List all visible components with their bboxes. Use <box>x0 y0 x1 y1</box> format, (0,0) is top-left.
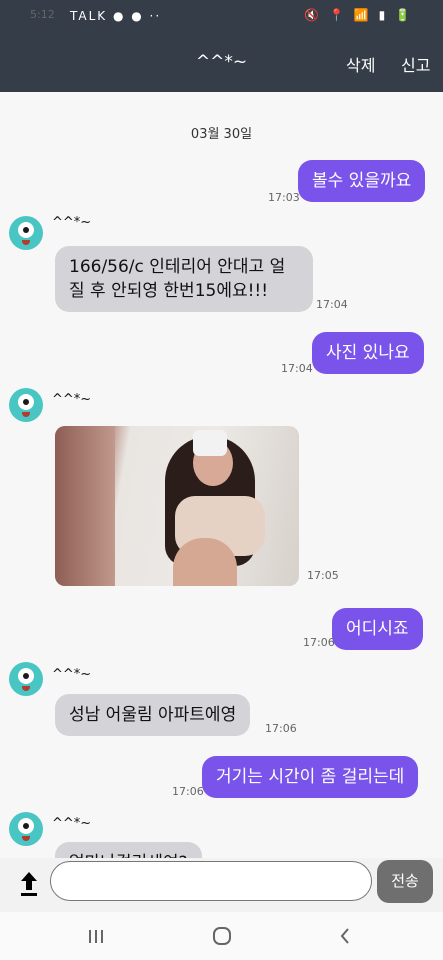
sender-name: ^^*~ <box>52 816 92 831</box>
sender-avatar[interactable] <box>9 812 43 846</box>
message-input[interactable] <box>50 861 372 901</box>
upload-icon[interactable] <box>18 870 40 898</box>
message-time: 17:06 <box>265 722 297 735</box>
report-button[interactable]: 신고 <box>401 52 430 76</box>
system-navigation-bar <box>0 912 443 960</box>
recent-apps-icon[interactable] <box>88 924 104 948</box>
photo-message[interactable] <box>55 426 299 586</box>
sender-avatar[interactable] <box>9 662 43 696</box>
system-status-icons: 🔇 📍 📶 ▮ 🔋 <box>304 8 413 22</box>
outgoing-message[interactable]: 어디시죠 <box>332 608 423 650</box>
send-button[interactable]: 전송 <box>377 860 433 903</box>
avatar-mouth-icon <box>22 240 30 245</box>
message-time: 17:06 <box>172 785 204 798</box>
status-bar: 5:12 TALK ● ● ·· 🔇 📍 📶 ▮ 🔋 <box>0 0 443 34</box>
outgoing-message[interactable]: 볼수 있을까요 <box>298 160 426 202</box>
message-time: 17:04 <box>281 362 313 375</box>
sender-name: ^^*~ <box>52 667 92 682</box>
message-composer: 전송 <box>0 858 443 912</box>
sender-avatar[interactable] <box>9 216 43 250</box>
date-separator: 03월 30일 <box>190 127 253 142</box>
message-time: 17:05 <box>307 569 339 582</box>
message-time: 17:03 <box>268 191 300 204</box>
back-icon[interactable] <box>337 924 353 948</box>
notification-icons: TALK ● ● ·· <box>70 9 162 23</box>
message-time: 17:04 <box>316 298 348 311</box>
avatar-mouth-icon <box>22 686 30 691</box>
avatar-mouth-icon <box>22 836 30 841</box>
sender-avatar[interactable] <box>9 388 43 422</box>
sender-name: ^^*~ <box>52 215 92 230</box>
delete-button[interactable]: 삭제 <box>346 52 375 76</box>
app-bar: ^^*~ 삭제 신고 <box>0 34 443 92</box>
incoming-message[interactable]: 얼마나걸리세여? <box>55 842 202 858</box>
avatar-mouth-icon <box>22 412 30 417</box>
avatar-eye-icon <box>18 668 34 684</box>
message-time: 17:06 <box>303 636 335 649</box>
status-time: 5:12 <box>30 8 55 21</box>
avatar-eye-icon <box>18 222 34 238</box>
avatar-eye-icon <box>18 394 34 410</box>
chat-title: ^^*~ <box>195 52 248 72</box>
incoming-message[interactable]: 166/56/c 인테리어 안대고 얼질 후 안되영 한번15에요!!! <box>55 246 313 312</box>
sender-name: ^^*~ <box>52 392 92 407</box>
chat-area[interactable]: 03월 30일 볼수 있을까요 17:03 ^^*~ 166/56/c 인테리어… <box>0 92 443 858</box>
outgoing-message[interactable]: 거기는 시간이 좀 걸리는데 <box>202 756 419 798</box>
incoming-message[interactable]: 성남 어울림 아파트에영 <box>55 694 251 736</box>
avatar-eye-icon <box>18 818 34 834</box>
outgoing-message[interactable]: 사진 있나요 <box>312 332 424 374</box>
home-icon[interactable] <box>211 924 233 948</box>
